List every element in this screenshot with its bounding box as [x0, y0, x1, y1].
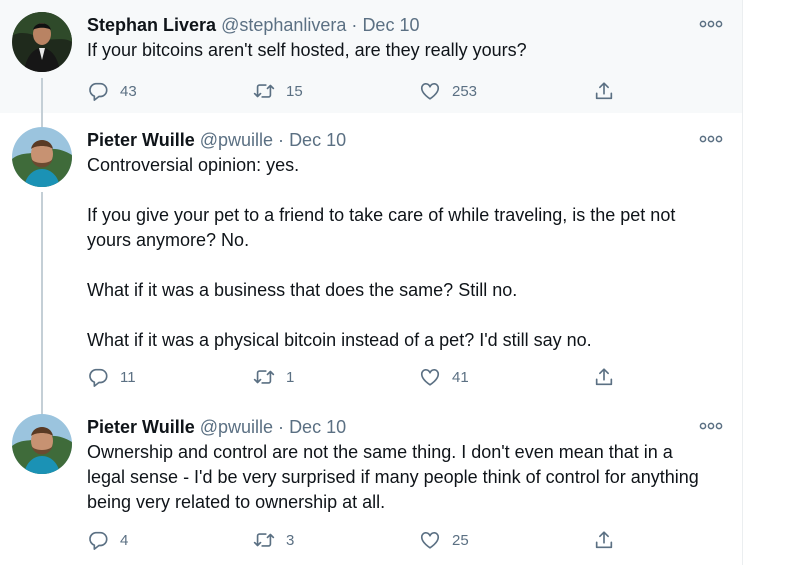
thread-line — [41, 192, 43, 400]
thread-line — [41, 400, 43, 414]
reply-button[interactable]: 43 — [87, 78, 137, 104]
like-button[interactable]: 41 — [419, 364, 469, 390]
tweet-actions: 43 15 253 — [87, 78, 627, 104]
tweet-header: Pieter Wuille @pwuille · Dec 10 — [87, 414, 702, 440]
share-icon — [593, 80, 615, 102]
tweet-paragraph: If you give your pet to a friend to take… — [87, 205, 676, 250]
reply-icon — [87, 80, 109, 102]
heart-icon — [419, 80, 441, 102]
share-icon — [593, 529, 615, 551]
author-name[interactable]: Stephan Livera — [87, 15, 216, 35]
tweet[interactable]: Pieter Wuille @pwuille · Dec 10 Ownershi… — [0, 400, 742, 565]
reply-count: 43 — [120, 82, 137, 100]
reply-button[interactable]: 4 — [87, 527, 128, 553]
retweet-button[interactable]: 1 — [253, 364, 294, 390]
retweet-button[interactable]: 3 — [253, 527, 294, 553]
retweet-icon — [253, 80, 275, 102]
more-icon[interactable] — [698, 418, 724, 434]
share-button[interactable] — [593, 78, 615, 104]
reply-count: 4 — [120, 531, 129, 549]
retweet-count: 1 — [286, 368, 295, 386]
author-handle[interactable]: @stephanlivera — [221, 15, 346, 35]
tweet-header: Pieter Wuille @pwuille · Dec 10 — [87, 127, 702, 153]
retweet-icon — [253, 366, 275, 388]
tweet-text: Ownership and control are not the same t… — [87, 440, 702, 515]
reply-button[interactable]: 11 — [87, 364, 136, 390]
retweet-icon — [253, 529, 275, 551]
like-button[interactable]: 253 — [419, 78, 477, 104]
share-button[interactable] — [593, 364, 615, 390]
separator: · — [351, 15, 358, 35]
tweet-paragraph: If your bitcoins aren't self hosted, are… — [87, 40, 527, 60]
tweet-paragraph: What if it was a physical bitcoin instea… — [87, 330, 592, 350]
retweet-button[interactable]: 15 — [253, 78, 303, 104]
avatar[interactable] — [12, 127, 72, 187]
like-count: 253 — [452, 82, 478, 100]
thread-line — [41, 113, 43, 127]
more-icon[interactable] — [698, 16, 724, 32]
retweet-count: 15 — [286, 82, 303, 100]
reply-icon — [87, 366, 109, 388]
tweet-paragraph: Ownership and control are not the same t… — [87, 442, 699, 512]
like-count: 41 — [452, 368, 469, 386]
heart-icon — [419, 529, 441, 551]
author-handle[interactable]: @pwuille — [200, 417, 273, 437]
tweet[interactable]: Pieter Wuille @pwuille · Dec 10 Controve… — [0, 113, 742, 400]
tweet-header: Stephan Livera @stephanlivera · Dec 10 — [87, 12, 702, 38]
reply-count: 11 — [120, 368, 136, 386]
tweet-actions: 11 1 41 — [87, 364, 627, 390]
separator: · — [278, 130, 285, 150]
retweet-count: 3 — [286, 531, 295, 549]
tweet-paragraph: What if it was a business that does the … — [87, 280, 518, 300]
heart-icon — [419, 366, 441, 388]
tweet-text: Controversial opinion: yes. If you give … — [87, 153, 702, 353]
like-count: 25 — [452, 531, 469, 549]
share-button[interactable] — [593, 527, 615, 553]
avatar-column — [12, 127, 74, 187]
separator: · — [278, 417, 285, 437]
tweet-paragraph: Controversial opinion: yes. — [87, 155, 300, 175]
author-name[interactable]: Pieter Wuille — [87, 417, 195, 437]
avatar[interactable] — [12, 12, 72, 72]
tweet-actions: 4 3 25 — [87, 527, 627, 553]
author-name[interactable]: Pieter Wuille — [87, 130, 195, 150]
tweet-text: If your bitcoins aren't self hosted, are… — [87, 38, 702, 63]
tweet[interactable]: Stephan Livera @stephanlivera · Dec 10 I… — [0, 0, 742, 113]
tweet-content: Stephan Livera @stephanlivera · Dec 10 I… — [87, 12, 702, 63]
more-icon[interactable] — [698, 131, 724, 147]
tweet-date[interactable]: Dec 10 — [289, 417, 346, 437]
tweet-date[interactable]: Dec 10 — [362, 15, 419, 35]
timeline: Stephan Livera @stephanlivera · Dec 10 I… — [0, 0, 743, 565]
tweet-content: Pieter Wuille @pwuille · Dec 10 Controve… — [87, 127, 702, 353]
author-handle[interactable]: @pwuille — [200, 130, 273, 150]
like-button[interactable]: 25 — [419, 527, 469, 553]
avatar[interactable] — [12, 414, 72, 474]
share-icon — [593, 366, 615, 388]
reply-icon — [87, 529, 109, 551]
avatar-column — [12, 12, 74, 72]
tweet-content: Pieter Wuille @pwuille · Dec 10 Ownershi… — [87, 414, 702, 515]
thread-line — [41, 78, 43, 113]
avatar-column — [12, 414, 74, 474]
tweet-date[interactable]: Dec 10 — [289, 130, 346, 150]
